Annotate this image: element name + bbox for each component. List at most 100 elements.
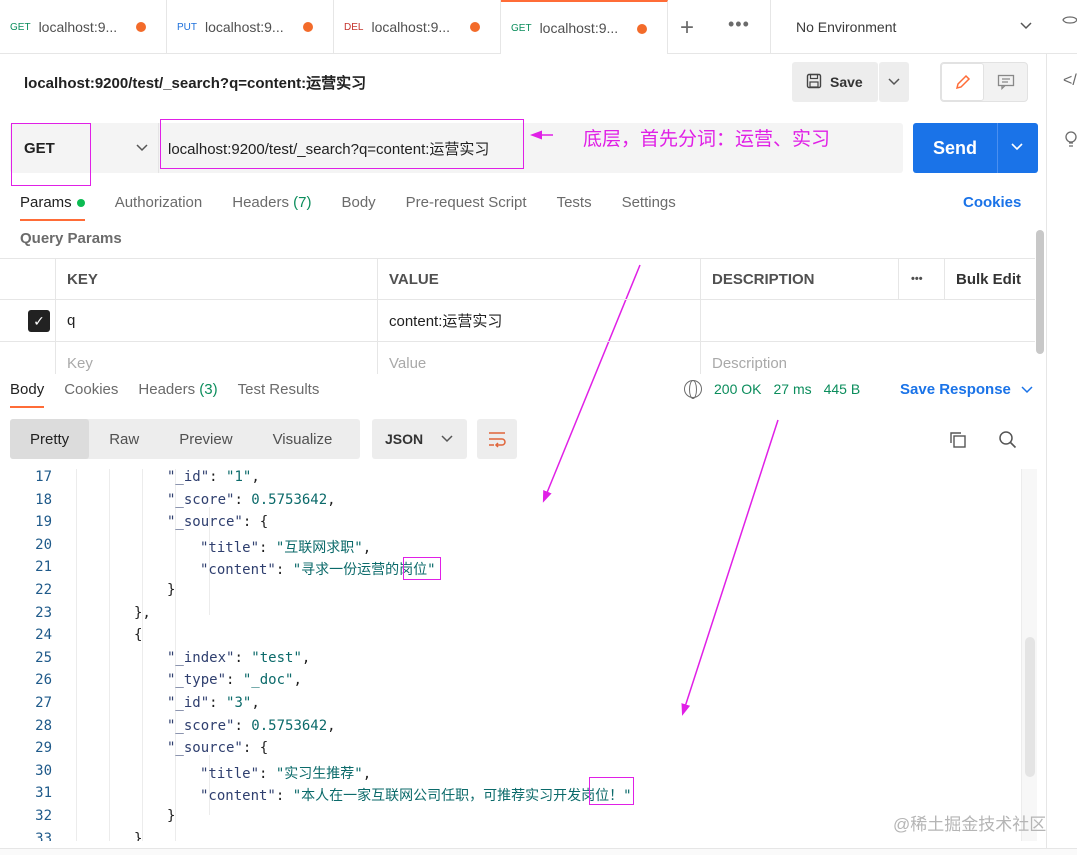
request-tab-2[interactable]: PUT localhost:9... [167, 0, 334, 54]
json-punctuation: , [301, 649, 311, 666]
code-line: 25 "_index": "test", [0, 650, 1020, 672]
save-button[interactable]: Save [792, 62, 878, 102]
save-response-button[interactable]: Save Response [900, 381, 1033, 398]
view-visualize[interactable]: Visualize [253, 419, 353, 459]
line-number: 27 [35, 695, 52, 711]
json-punctuation: : { [242, 514, 269, 531]
json-key: "content" [200, 562, 276, 579]
table-row-empty: Key Value Description [0, 342, 1035, 374]
tab-response-headers[interactable]: Headers (3) [138, 381, 217, 398]
comment-icon[interactable] [984, 63, 1027, 101]
code-text: "_source": { [167, 514, 268, 530]
annotation-url-box [160, 119, 524, 169]
chevron-down-icon[interactable] [1011, 138, 1023, 154]
line-number: 20 [35, 536, 52, 553]
json-key: "_score" [167, 717, 235, 734]
json-punctuation: , [251, 469, 260, 485]
environment-select[interactable]: No Environment [770, 0, 1050, 54]
code-text: "_id": "3", [167, 695, 260, 711]
tab-body[interactable]: Body [341, 194, 375, 211]
format-label: JSON [385, 431, 424, 447]
code-line: 24 { [0, 627, 1020, 649]
more-options-icon[interactable]: ••• [898, 259, 944, 299]
wrap-lines-icon[interactable] [477, 419, 517, 459]
format-select[interactable]: JSON [372, 419, 467, 459]
code-text: } [134, 831, 142, 841]
scrollbar-thumb[interactable] [1025, 637, 1035, 777]
code-line: 28 "_score": 0.5753642, [0, 718, 1020, 740]
json-key: "_id" [167, 695, 210, 711]
param-key[interactable]: q [55, 300, 377, 341]
tab-settings[interactable]: Settings [622, 194, 676, 211]
tab-response-cookies[interactable]: Cookies [64, 381, 118, 398]
eye-icon[interactable] [1062, 12, 1077, 33]
json-punctuation: , [362, 539, 372, 556]
code-text: "_source": { [167, 740, 268, 756]
json-punctuation: : [259, 765, 276, 782]
json-number: 0.5753642 [251, 717, 328, 734]
params-scrollbar[interactable] [1036, 230, 1044, 354]
view-raw[interactable]: Raw [89, 419, 159, 459]
code-text: "title": "实习生推荐", [200, 763, 371, 783]
response-stats: 200 OK 27 ms 445 B [684, 380, 861, 399]
bulk-edit-button[interactable]: Bulk Edit [944, 259, 1035, 299]
tab-method-label: DEL [344, 21, 364, 33]
key-placeholder[interactable]: Key [55, 342, 377, 374]
search-icon[interactable] [998, 430, 1018, 450]
cookies-link[interactable]: Cookies [963, 194, 1021, 211]
tab-headers[interactable]: Headers (7) [232, 194, 311, 211]
code-line: 23}, [0, 605, 1020, 627]
param-description[interactable] [700, 300, 1035, 341]
more-tabs-icon[interactable]: ••• [728, 14, 750, 35]
tab-label: Headers [138, 381, 196, 398]
request-tab-4[interactable]: GET localhost:9... [501, 0, 668, 54]
json-punctuation: } [167, 582, 176, 598]
response-body-code[interactable]: 17 "_id": "1", 18 "_score": 0.5753642, 19 "_s… [0, 469, 1035, 841]
tab-prerequest-script[interactable]: Pre-request Script [406, 194, 527, 211]
value-placeholder[interactable]: Value [377, 342, 700, 374]
code-line: 18 "_score": 0.5753642, [0, 492, 1020, 514]
json-punctuation: : [234, 717, 252, 734]
save-options-button[interactable] [879, 62, 909, 102]
new-tab-plus-icon[interactable]: + [680, 14, 694, 42]
status-code[interactable]: 200 OK [714, 381, 761, 397]
line-number: 24 [35, 627, 52, 644]
chevron-down-icon [1020, 17, 1032, 33]
unsaved-dot-icon [136, 22, 146, 32]
view-preview[interactable]: Preview [159, 419, 252, 459]
param-value[interactable]: content:运营实习 [377, 300, 700, 341]
request-tabs: Params Authorization Headers (7) Body Pr… [20, 194, 676, 221]
json-punctuation: : [226, 672, 243, 689]
pencil-icon[interactable] [941, 63, 985, 101]
json-string: "_doc" [242, 672, 294, 689]
status-bar [0, 848, 1077, 855]
copy-icon[interactable] [948, 430, 968, 450]
send-button[interactable]: Send [913, 123, 1038, 173]
request-tab-3[interactable]: DEL localhost:9... [334, 0, 501, 54]
tab-authorization[interactable]: Authorization [115, 194, 203, 211]
code-snippet-icon[interactable]: </ [1063, 72, 1077, 90]
response-time[interactable]: 27 ms [773, 381, 811, 397]
json-punctuation: , [327, 717, 336, 734]
request-tab-1[interactable]: GET localhost:9... [0, 0, 167, 54]
tab-test-results[interactable]: Test Results [238, 381, 320, 398]
row-checkbox[interactable]: ✓ [28, 310, 50, 332]
tab-tests[interactable]: Tests [557, 194, 592, 211]
code-scrollbar[interactable] [1021, 469, 1037, 841]
json-punctuation: } [167, 808, 176, 824]
json-punctuation: : [209, 469, 227, 485]
json-string: "本人在一家互联网公司任职，可推荐实习开发岗位！" [292, 788, 632, 805]
description-placeholder[interactable]: Description [700, 342, 1035, 374]
code-line: 27 "_id": "3", [0, 695, 1020, 717]
view-pretty[interactable]: Pretty [10, 419, 90, 459]
json-key: "_score" [167, 491, 235, 508]
globe-icon[interactable] [684, 380, 702, 399]
code-text: } [167, 808, 175, 824]
lightbulb-icon[interactable] [1064, 130, 1077, 153]
annotation-text: 底层，首先分词：运营、实习 [583, 129, 831, 150]
line-number: 26 [35, 672, 52, 689]
tab-params[interactable]: Params [20, 194, 85, 221]
request-title[interactable]: localhost:9200/test/_search?q=content:运营… [24, 72, 366, 93]
response-size[interactable]: 445 B [824, 381, 861, 397]
tab-response-body[interactable]: Body [10, 381, 45, 408]
